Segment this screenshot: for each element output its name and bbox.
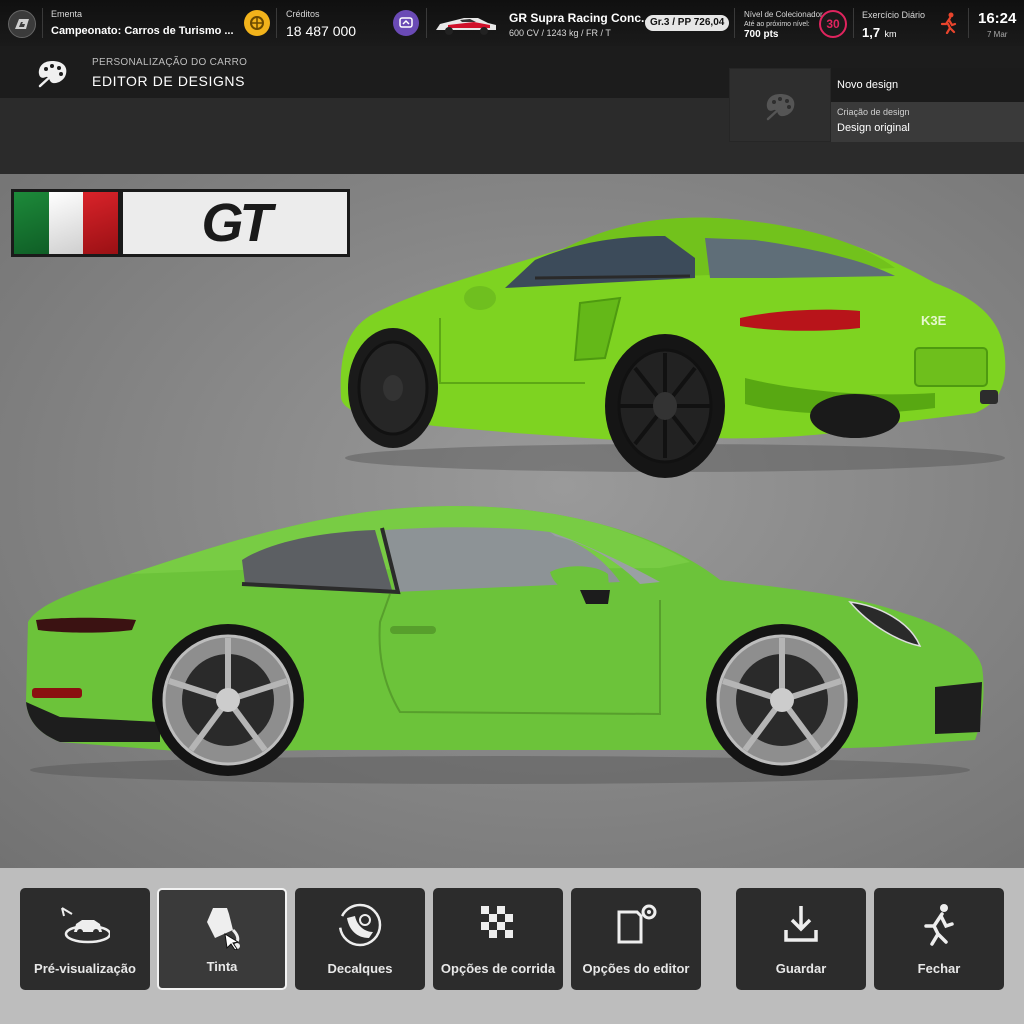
car-preview-icon xyxy=(61,907,110,944)
car-thumbnail-icon[interactable] xyxy=(434,13,498,37)
collector-sub: Até ao próximo nível: xyxy=(744,21,810,28)
editor-options-label: Opções do editor xyxy=(582,961,690,976)
rear-view-front-wheel xyxy=(348,328,438,448)
daily-label: Exercício Diário xyxy=(862,10,926,20)
car-side-view xyxy=(26,506,984,784)
paint-bucket-icon xyxy=(207,908,240,950)
car-preview-area[interactable]: GT K3E xyxy=(0,174,1024,868)
banner-decal: GT xyxy=(11,189,350,257)
gt-logo-icon[interactable] xyxy=(8,10,36,38)
menu-book-icon[interactable] xyxy=(244,10,270,36)
car-specs: 600 CV / 1243 kg / FR / T xyxy=(509,28,611,38)
page-title: EDITOR DE DESIGNS xyxy=(92,73,246,89)
italian-flag xyxy=(14,192,119,254)
clock-date: 7 Mar xyxy=(987,30,1008,39)
download-icon xyxy=(784,906,818,942)
new-design-label: Novo design xyxy=(837,79,899,91)
gt-logo-text: GT xyxy=(201,193,273,253)
design-creation-value: Design original xyxy=(837,122,910,134)
collector-label: Nível de Colecionador xyxy=(744,10,823,19)
bottom-toolbar: Pré-visualização Tinta Decalques Opções … xyxy=(0,868,1024,1024)
race-options-button[interactable]: Opções de corrida xyxy=(433,888,563,990)
daily-distance: 1,7 km xyxy=(862,24,897,42)
runner-icon xyxy=(940,12,958,35)
creditos-value: 18 487 000 xyxy=(286,23,357,39)
preview-label: Pré-visualização xyxy=(34,961,136,976)
ementa-label: Ementa xyxy=(51,9,83,19)
close-button[interactable]: Fechar xyxy=(874,888,1004,990)
palette-icon xyxy=(766,94,795,121)
design-thumb xyxy=(729,68,831,142)
creditos-label: Créditos xyxy=(286,9,320,19)
design-creation-label: Criação de design xyxy=(837,107,910,117)
daily-value: 1,7 xyxy=(862,25,881,40)
design-creation-row: Criação de design Design original xyxy=(831,102,1024,142)
save-button[interactable]: Guardar xyxy=(736,888,866,990)
garage-icon[interactable] xyxy=(393,10,419,36)
car-rear-view: K3E xyxy=(340,217,1006,478)
paint-label: Tinta xyxy=(206,959,238,974)
car-class-badge: Gr.3 / PP 726,04 xyxy=(645,15,730,31)
daily-unit: km xyxy=(884,29,897,39)
decals-button[interactable]: Decalques xyxy=(295,888,425,990)
side-view-rear-wheel xyxy=(152,624,304,776)
design-panel[interactable]: Novo design Criação de design Design ori… xyxy=(729,68,1024,142)
collector-pts: 700 pts xyxy=(744,29,779,40)
car-name: GR Supra Racing Conc... xyxy=(509,11,652,25)
checkered-flag-icon xyxy=(481,906,513,938)
editor-options-button[interactable]: Opções do editor xyxy=(571,888,701,990)
clock-time: 16:24 xyxy=(978,10,1017,27)
side-view-front-wheel xyxy=(706,624,858,776)
new-design-row[interactable]: Novo design xyxy=(831,68,1024,102)
palette-icon xyxy=(36,58,70,88)
race-options-label: Opções de corrida xyxy=(440,961,556,976)
preview-button[interactable]: Pré-visualização xyxy=(20,888,150,990)
ementa-value[interactable]: Campeonato: Carros de Turismo ... xyxy=(51,25,234,37)
collector-level-badge: 30 xyxy=(819,10,847,38)
status-bar: Ementa Campeonato: Carros de Turismo ...… xyxy=(0,0,1024,47)
close-label: Fechar xyxy=(917,961,961,976)
decal-icon xyxy=(338,903,382,947)
paint-button[interactable]: Tinta xyxy=(157,888,287,990)
exit-icon xyxy=(924,904,954,946)
rear-badge-text: K3E xyxy=(921,313,947,328)
save-label: Guardar xyxy=(775,961,827,976)
header-section: PERSONALIZAÇÃO DO CARRO xyxy=(92,57,248,68)
gt-logo-plate: GT xyxy=(123,192,347,254)
editor-options-icon xyxy=(617,904,657,944)
decals-label: Decalques xyxy=(327,961,393,976)
rear-view-rear-wheel xyxy=(605,334,725,478)
